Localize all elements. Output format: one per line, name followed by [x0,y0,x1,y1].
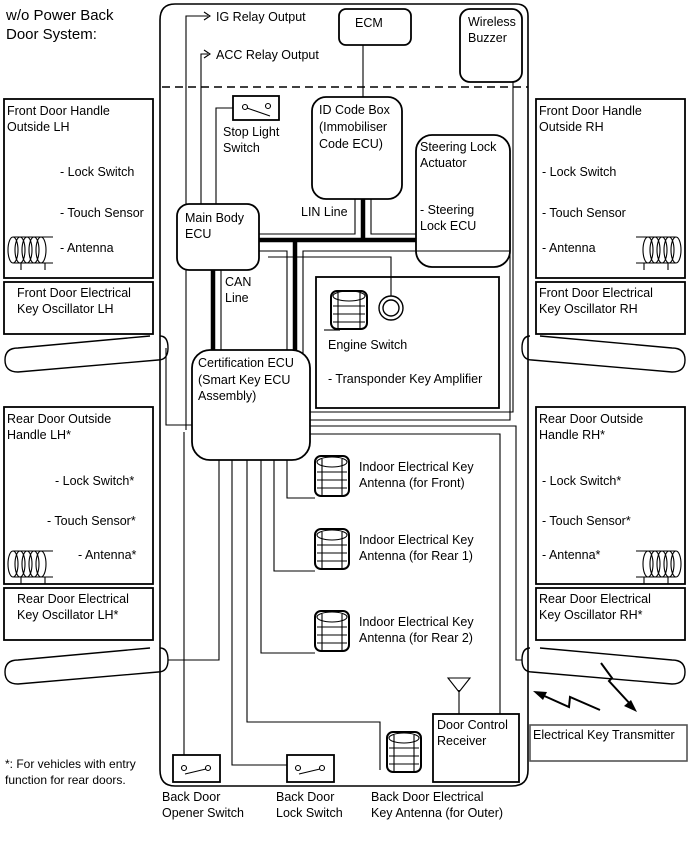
antenna-label: Antenna (for Rear 2) [359,631,473,645]
rear-door-key-oscillator-lh: Rear Door Electrical Key Oscillator LH* [3,587,154,641]
indoor-antenna-2: Indoor Electrical Key Antenna (for Rear 1… [314,528,474,570]
handle-title: Outside LH [7,120,70,134]
handle-item: - Lock Switch* [55,474,134,488]
svg-text:ID Code Box: ID Code Box [319,103,391,117]
svg-text:ECU: ECU [185,227,211,241]
svg-text:w/o Power Back: w/o Power Back [5,7,114,24]
handle-item: - Touch Sensor [60,206,144,220]
electrical-key-transmitter: Electrical Key Transmitter [529,724,688,762]
handle-item: - Antenna [542,241,596,255]
oscillator-label: Rear Door Electrical [17,592,129,606]
rear-door-handle-rh: Rear Door Outside Handle RH* - Lock Switch… [535,406,686,641]
handle-item: - Antenna* [78,548,137,562]
antenna-label: Indoor Electrical Key [359,615,474,629]
antenna-coil-icon [314,455,350,497]
indoor-antenna-3: Indoor Electrical Key Antenna (for Rear 2… [314,610,474,652]
indoor-antennas: Indoor Electrical Key Antenna (for Front)… [314,455,474,652]
handle-title: Front Door Handle [7,104,110,118]
radio-signal-arrows [533,662,637,712]
oscillator-label: Front Door Electrical [17,286,131,300]
svg-text:Actuator: Actuator [420,156,467,170]
antenna-coil-icon [314,528,350,570]
svg-text:function for rear doors.: function for rear doors. [5,773,126,787]
svg-text:Certification ECU: Certification ECU [198,356,294,370]
handle-item: - Lock Switch [542,165,616,179]
antenna-label: Antenna (for Front) [359,476,465,490]
svg-text:- Steering: - Steering [420,203,474,217]
handle-item: - Touch Sensor [542,206,626,220]
front-door-handle-lh: Front Door Handle Outside LH - Lock Switch… [3,98,154,335]
handle-title: Rear Door Outside [7,412,111,426]
oscillator-label: Front Door Electrical [539,286,653,300]
svg-text:Code ECU): Code ECU) [319,137,383,151]
footnote: *: For vehicles with entry function for … [5,757,136,787]
svg-text:IG Relay Output: IG Relay Output [216,10,306,24]
antenna-label: Indoor Electrical Key [359,533,474,547]
back-door-antenna-coil-icon [386,731,422,773]
svg-text:- Transponder Key Amplifier: - Transponder Key Amplifier [328,372,482,386]
svg-text:Opener Switch: Opener Switch [162,806,244,820]
handle-item: - Antenna [60,241,114,255]
svg-text:Back Door: Back Door [162,790,220,804]
svg-text:Steering Lock: Steering Lock [420,140,497,154]
svg-text:Stop Light: Stop Light [223,125,280,139]
steering-lock-actuator-box [415,134,511,268]
handle-title: Handle LH* [7,428,71,442]
svg-text:(Immobiliser: (Immobiliser [319,120,387,134]
front-door-key-oscillator-rh: Front Door Electrical Key Oscillator RH [535,281,686,335]
front-door-key-oscillator-lh: Front Door Electrical Key Oscillator LH [3,281,154,335]
svg-text:Back Door: Back Door [276,790,334,804]
smart-key-system-diagram: w/o Power Back Door System: IG Relay Out… [3,3,688,820]
antenna-label: Antenna (for Rear 1) [359,549,473,563]
svg-text:Main Body: Main Body [185,211,245,225]
rear-door-handle-lh: Rear Door Outside Handle LH* - Lock Switch… [3,406,154,641]
front-door-handle-rh: Front Door Handle Outside RH - Lock Switch… [535,98,686,335]
svg-text:Buzzer: Buzzer [468,31,507,45]
handle-title: Rear Door Outside [539,412,643,426]
svg-text:ECM: ECM [355,16,383,30]
svg-text:Door System:: Door System: [6,26,97,43]
svg-text:Electrical Key Transmitter: Electrical Key Transmitter [533,728,675,742]
handle-item: - Touch Sensor* [542,514,631,528]
oscillator-label: Key Oscillator LH* [17,608,119,622]
svg-text:Line: Line [225,291,249,305]
handle-title: Handle RH* [539,428,605,442]
svg-text:Engine Switch: Engine Switch [328,338,407,352]
svg-text:Switch: Switch [223,141,260,155]
svg-text:Assembly): Assembly) [198,389,256,403]
svg-text:Lock ECU: Lock ECU [420,219,476,233]
svg-text:Lock Switch: Lock Switch [276,806,343,820]
svg-text:(Smart Key ECU: (Smart Key ECU [198,373,290,387]
svg-text:LIN Line: LIN Line [301,205,348,219]
oscillator-label: Key Oscillator RH [539,302,638,316]
svg-text:ACC Relay Output: ACC Relay Output [216,48,319,62]
handle-item: - Lock Switch* [542,474,621,488]
handle-item: - Lock Switch [60,165,134,179]
stop-light-switch: Stop Light Switch [215,95,280,205]
diagram-title: w/o Power Back Door System: [5,7,114,43]
handle-item: - Antenna* [542,548,601,562]
door-control-receiver: Door Control Receiver [432,677,520,783]
indoor-antenna-1: Indoor Electrical Key Antenna (for Front) [314,455,474,497]
svg-text:Back Door Electrical: Back Door Electrical [371,790,484,804]
handle-title: Front Door Handle [539,104,642,118]
oscillator-label: Rear Door Electrical [539,592,651,606]
rear-door-key-oscillator-rh: Rear Door Electrical Key Oscillator RH* [535,587,686,641]
antenna-label: Indoor Electrical Key [359,460,474,474]
oscillator-label: Key Oscillator LH [17,302,114,316]
handle-title: Outside RH [539,120,604,134]
svg-text:Key Antenna (for Outer): Key Antenna (for Outer) [371,806,503,820]
oscillator-label: Key Oscillator RH* [539,608,643,622]
svg-text:Receiver: Receiver [437,734,486,748]
svg-text:*: For vehicles with entry: *: For vehicles with entry [5,757,136,771]
svg-text:CAN: CAN [225,275,251,289]
antenna-coil-icon [314,610,350,652]
svg-text:Wireless: Wireless [468,15,516,29]
handle-item: - Touch Sensor* [47,514,136,528]
svg-text:Door Control: Door Control [437,718,508,732]
